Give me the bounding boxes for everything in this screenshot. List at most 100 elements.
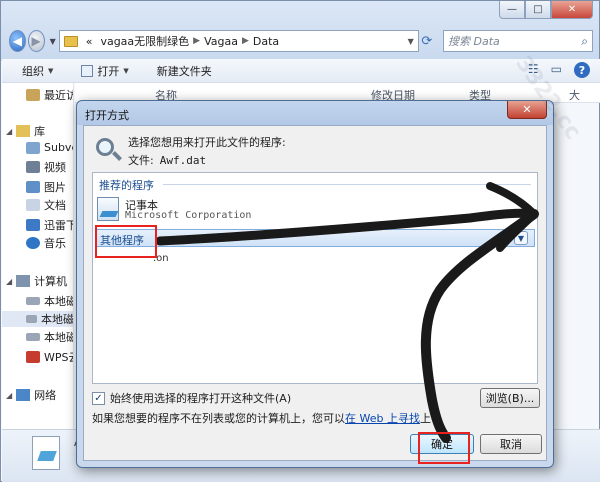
group-divider — [163, 184, 531, 185]
program-publisher: Microsoft Corporation — [125, 210, 252, 221]
nav-drive[interactable]: 本地磁 — [26, 293, 74, 309]
program-item-notepad[interactable]: 记事本 Microsoft Corporation — [97, 197, 397, 223]
program-list[interactable]: 推荐的程序 记事本 Microsoft Corporation 其他程序 ▼ .… — [92, 172, 538, 384]
nav-wps-cloud[interactable]: WPS云 — [26, 349, 73, 365]
breadcrumb-separator-icon[interactable]: ▶ — [242, 36, 249, 46]
open-button[interactable]: 打开 ▼ — [81, 63, 129, 79]
back-arrow-icon: ◀ — [12, 34, 22, 48]
address-dropdown-icon[interactable]: ▼ — [408, 37, 414, 46]
dialog-prompt: 选择您想用来打开此文件的程序: — [128, 136, 286, 149]
documents-library-icon — [26, 199, 40, 211]
breadcrumb-segment[interactable]: vagaa无限制绿色 — [100, 33, 189, 49]
cancel-button[interactable]: 取消 — [480, 434, 542, 454]
refresh-icon: ⟳ — [421, 33, 433, 49]
chevron-down-icon: ▼ — [48, 66, 54, 75]
nav-label: 本地磁 — [44, 331, 74, 344]
nav-label: 库 — [34, 125, 46, 138]
nav-network[interactable]: ◢ 网络 — [6, 387, 56, 403]
address-bar[interactable]: « vagaa无限制绿色 ▶ Vagaa ▶ Data ▼ — [58, 30, 419, 52]
highlight-other-programs — [95, 225, 157, 258]
breadcrumb-separator-icon[interactable]: ▶ — [193, 36, 200, 46]
forward-arrow-icon: ▶ — [31, 34, 41, 48]
navigation-pane: 最近访问的位置 ◢库 Subve 视频 图片 文档 迅雷下 音乐 ◢计算机 本地… — [2, 83, 74, 429]
expand-icon[interactable]: ◢ — [6, 127, 12, 136]
expand-icon[interactable]: ◢ — [6, 277, 12, 286]
maximize-button[interactable]: □ — [525, 1, 551, 19]
nav-item-documents[interactable]: 文档 — [26, 197, 66, 213]
recent-places-icon — [26, 89, 40, 101]
dialog-file-info: 文件: Awf.dat — [128, 152, 206, 168]
address-prefix[interactable]: « — [86, 35, 93, 48]
expand-icon[interactable]: ◢ — [6, 391, 12, 400]
help-icon[interactable]: ? — [574, 62, 590, 78]
view-options-icon[interactable]: ☷ — [528, 62, 539, 78]
nav-recent-places[interactable]: 最近访问的位置 — [26, 87, 73, 103]
organize-label: 组织 — [22, 64, 44, 78]
other-programs-header[interactable]: 其他程序 ▼ — [95, 229, 535, 247]
help-text-body: 如果您想要的程序不在列表或您的计算机上，您可以 — [92, 412, 345, 425]
nav-item-thunder[interactable]: 迅雷下 — [26, 217, 74, 233]
search-placeholder: 搜索 Data — [447, 35, 500, 48]
new-folder-label: 新建文件夹 — [156, 64, 212, 78]
navigation-bar: ◀ ▶ ▼ « vagaa无限制绿色 ▶ Vagaa ▶ Data ▼ ⟳ 搜索… — [9, 29, 593, 53]
refresh-button[interactable]: ⟳ — [419, 30, 435, 52]
nav-drive-selected[interactable]: 本地磁 — [2, 311, 74, 327]
nav-label: Subve — [44, 141, 73, 154]
dialog-title: 打开方式 — [85, 109, 129, 122]
close-button[interactable]: ✕ — [551, 1, 593, 19]
always-use-label: 始终使用选择的程序打开这种文件(A) — [110, 392, 292, 405]
breadcrumb-segment[interactable]: Data — [253, 35, 279, 48]
nav-label: 迅雷下 — [44, 219, 74, 232]
recommended-programs-header[interactable]: 推荐的程序 — [99, 177, 154, 193]
back-button[interactable]: ◀ — [9, 30, 26, 52]
minimize-button[interactable]: — — [499, 1, 525, 19]
computer-icon — [16, 275, 31, 287]
drive-icon — [26, 297, 40, 305]
breadcrumb-segment[interactable]: Vagaa — [204, 35, 238, 48]
window-controls: — □ ✕ — [499, 1, 593, 19]
toolbar-right: ☷ ▭ ? — [528, 62, 590, 78]
search-icon[interactable]: ⌕ — [581, 34, 588, 49]
always-use-checkbox[interactable]: ✓ — [92, 391, 105, 405]
nav-label: 音乐 — [44, 237, 66, 250]
new-folder-button[interactable]: 新建文件夹 — [157, 63, 212, 79]
nav-item-pictures[interactable]: 图片 — [26, 179, 66, 195]
file-thumbnail-icon — [32, 436, 60, 470]
nav-item-videos[interactable]: 视频 — [26, 159, 66, 175]
history-dropdown-icon[interactable]: ▼ — [50, 37, 56, 46]
dialog-close-button[interactable]: ✕ — [507, 101, 547, 119]
nav-item-subversion[interactable]: Subve — [26, 141, 73, 154]
search-input[interactable]: 搜索 Data ⌕ — [442, 30, 593, 52]
drive-icon — [26, 315, 37, 323]
open-label: 打开 — [97, 64, 120, 78]
network-icon — [16, 389, 31, 401]
library-icon — [16, 125, 31, 137]
help-text-suffix: 上 — [419, 412, 431, 425]
preview-pane-icon[interactable]: ▭ — [551, 62, 562, 78]
nav-drive[interactable]: 本地磁 — [26, 329, 74, 345]
always-use-option[interactable]: ✓ 始终使用选择的程序打开这种文件(A) — [92, 390, 291, 406]
video-library-icon — [26, 161, 40, 173]
folder-icon — [63, 35, 78, 47]
nav-computer[interactable]: ◢ 计算机 — [6, 273, 67, 289]
nav-label: 文档 — [44, 199, 66, 212]
nav-label: 本地磁 — [44, 295, 74, 308]
nav-label: 图片 — [44, 181, 66, 194]
nav-libraries[interactable]: ◢ 库 — [6, 123, 45, 139]
nav-label: 本地磁 — [41, 313, 74, 326]
nav-item-music[interactable]: 音乐 — [26, 235, 66, 251]
chevron-down-icon[interactable]: ▼ — [514, 231, 528, 245]
nav-label: 网络 — [34, 389, 57, 402]
search-web-link[interactable]: 在 Web 上寻找 — [345, 412, 420, 425]
organize-button[interactable]: 组织 ▼ — [22, 63, 53, 79]
forward-button[interactable]: ▶ — [27, 30, 45, 52]
nav-label: 计算机 — [34, 275, 68, 288]
drive-icon — [26, 333, 40, 341]
magnifier-icon — [94, 136, 122, 164]
browse-button[interactable]: 浏览(B)... — [480, 388, 540, 408]
notepad-icon — [97, 197, 119, 221]
command-toolbar: 组织 ▼ 打开 ▼ 新建文件夹 ☷ ▭ ? — [2, 59, 600, 83]
dialog-body: 选择您想用来打开此文件的程序: 文件: Awf.dat 推荐的程序 记事本 Mic… — [83, 125, 547, 461]
column-header-size[interactable]: 大 — [569, 87, 580, 103]
nav-label: 视频 — [44, 161, 66, 174]
